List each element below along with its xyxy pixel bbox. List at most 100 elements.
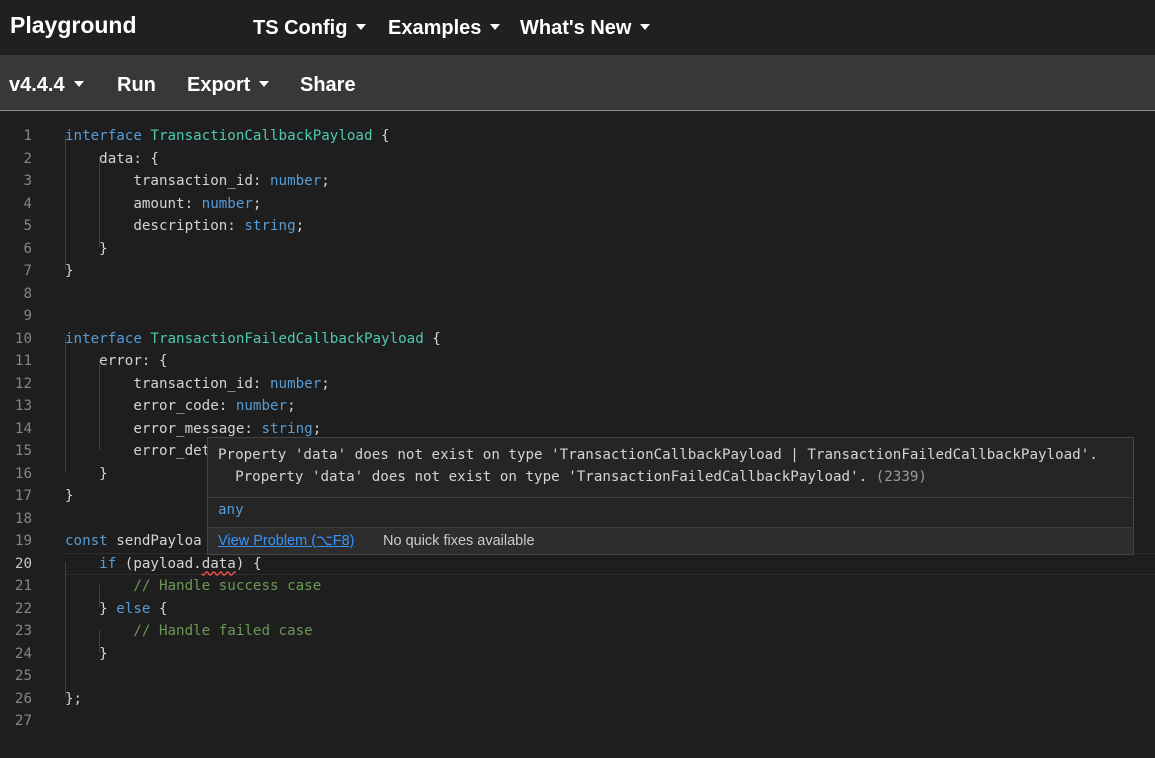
- code-token: }: [65, 488, 74, 504]
- divider: [208, 497, 1133, 498]
- code-line[interactable]: // Handle failed case: [65, 620, 313, 643]
- code-token: (payload.: [116, 555, 202, 572]
- code-line[interactable]: const sendPayloa: [65, 530, 202, 553]
- code-line[interactable]: }: [65, 463, 108, 486]
- error-message-line-1: Property 'data' does not exist on type '…: [218, 447, 1098, 463]
- line-number: 23: [14, 623, 32, 639]
- code-token: {: [372, 128, 390, 144]
- code-token: string: [261, 420, 313, 437]
- code-line[interactable]: error_det: [65, 440, 210, 463]
- examples-label: Examples: [388, 17, 482, 39]
- code-token: sendPayloa: [116, 533, 202, 549]
- code-line[interactable]: };: [65, 688, 82, 711]
- code-line[interactable]: transaction_id: number;: [65, 373, 330, 396]
- line-number: 27: [14, 713, 32, 729]
- line-number: 18: [14, 510, 32, 527]
- code-token: // Handle success case: [133, 578, 322, 594]
- code-line[interactable]: interface TransactionCallbackPayload {: [65, 125, 390, 148]
- code-token: }: [65, 645, 108, 662]
- code-token: }: [65, 263, 74, 279]
- toolbar: v4.4.4 Run Export Share: [0, 55, 1155, 111]
- code-token: number: [201, 195, 253, 212]
- code-line[interactable]: interface TransactionFailedCallbackPaylo…: [65, 328, 441, 351]
- code-line[interactable]: }: [65, 260, 74, 283]
- export-menu[interactable]: Export: [187, 74, 270, 97]
- line-number: 14: [14, 420, 32, 437]
- line-number: 25: [14, 668, 32, 684]
- code-line[interactable]: error: {: [65, 350, 167, 373]
- view-problem-link[interactable]: View Problem (⌥F8): [218, 533, 355, 549]
- line-number: 21: [14, 578, 32, 594]
- code-area[interactable]: interface TransactionCallbackPayload { d…: [65, 112, 1155, 758]
- line-number: 4: [23, 195, 32, 212]
- code-line[interactable]: }: [65, 485, 74, 508]
- code-token: ;: [287, 398, 296, 414]
- code-line[interactable]: error_code: number;: [65, 395, 296, 418]
- type-preview: any: [218, 502, 244, 518]
- chevron-down-icon: [640, 23, 651, 30]
- line-number: 13: [14, 398, 32, 414]
- code-token: TransactionCallbackPayload: [150, 128, 373, 144]
- code-token: error_code:: [65, 398, 236, 414]
- chevron-down-icon: [73, 80, 84, 87]
- line-number: 7: [23, 263, 32, 279]
- code-token: interface: [65, 128, 151, 144]
- error-message-line-2: Property 'data' does not exist on type '…: [218, 469, 927, 485]
- code-token: }: [65, 600, 117, 617]
- line-number: 17: [14, 488, 32, 504]
- chevron-down-icon: [356, 23, 367, 30]
- code-line[interactable]: }: [65, 643, 108, 666]
- top-navigation-bar: Playground TS Config Examples What's New: [0, 0, 1155, 55]
- code-token: const: [65, 533, 117, 549]
- line-number: 26: [14, 690, 32, 707]
- code-line[interactable]: if (payload.data) {: [65, 553, 261, 576]
- line-number: 9: [23, 308, 32, 324]
- code-token: string: [244, 218, 296, 234]
- code-token: ;: [312, 420, 322, 437]
- code-token: {: [150, 600, 168, 617]
- code-token: ;: [295, 218, 305, 234]
- run-button[interactable]: Run: [117, 74, 156, 97]
- code-token: number: [270, 173, 322, 189]
- code-token: error_det: [65, 443, 211, 459]
- line-number: 6: [23, 240, 32, 257]
- code-line[interactable]: } else {: [65, 598, 168, 621]
- code-token: {: [423, 330, 441, 347]
- code-editor[interactable]: 1 2 3 4 5 6 7 8 9 10 11 12 13 14 15 16 17 18 19 20 21 22 23 24 2…: [0, 112, 1155, 758]
- code-line[interactable]: amount: number;: [65, 193, 261, 216]
- code-token: ;: [321, 375, 330, 392]
- line-number: 2: [23, 150, 32, 167]
- code-token: transaction_id:: [65, 375, 270, 392]
- share-button[interactable]: Share: [300, 74, 356, 97]
- line-number: 5: [23, 218, 32, 234]
- code-line[interactable]: // Handle success case: [65, 575, 321, 598]
- code-line[interactable]: transaction_id: number;: [65, 170, 330, 193]
- code-line[interactable]: description: string;: [65, 215, 304, 238]
- code-token: TransactionFailedCallbackPayload: [150, 330, 424, 347]
- code-token: // Handle failed case: [133, 623, 313, 639]
- error-hover-tooltip: Property 'data' does not exist on type '…: [207, 437, 1134, 555]
- code-token: amount:: [65, 195, 202, 212]
- code-token: data: {: [65, 150, 159, 167]
- version-label: v4.4.4: [9, 74, 65, 96]
- code-line[interactable]: data: {: [65, 148, 159, 171]
- code-token: else: [116, 600, 151, 617]
- error-message-line-2-text: Property 'data' does not exist on type '…: [218, 469, 868, 485]
- code-token: data: [201, 555, 236, 572]
- code-token: description:: [65, 218, 245, 234]
- chevron-down-icon: [259, 80, 270, 87]
- code-line[interactable]: }: [65, 238, 108, 261]
- version-selector[interactable]: v4.4.4: [9, 74, 84, 97]
- brand-title[interactable]: Playground: [10, 12, 137, 39]
- no-quick-fixes-text: No quick fixes available: [383, 533, 535, 549]
- ts-config-menu[interactable]: TS Config: [253, 17, 367, 40]
- whats-new-menu[interactable]: What's New: [520, 17, 651, 40]
- line-number: 11: [14, 353, 32, 369]
- line-number: 10: [14, 330, 32, 347]
- examples-menu[interactable]: Examples: [388, 17, 501, 40]
- code-token: ;: [321, 173, 330, 189]
- line-number: 3: [23, 173, 32, 189]
